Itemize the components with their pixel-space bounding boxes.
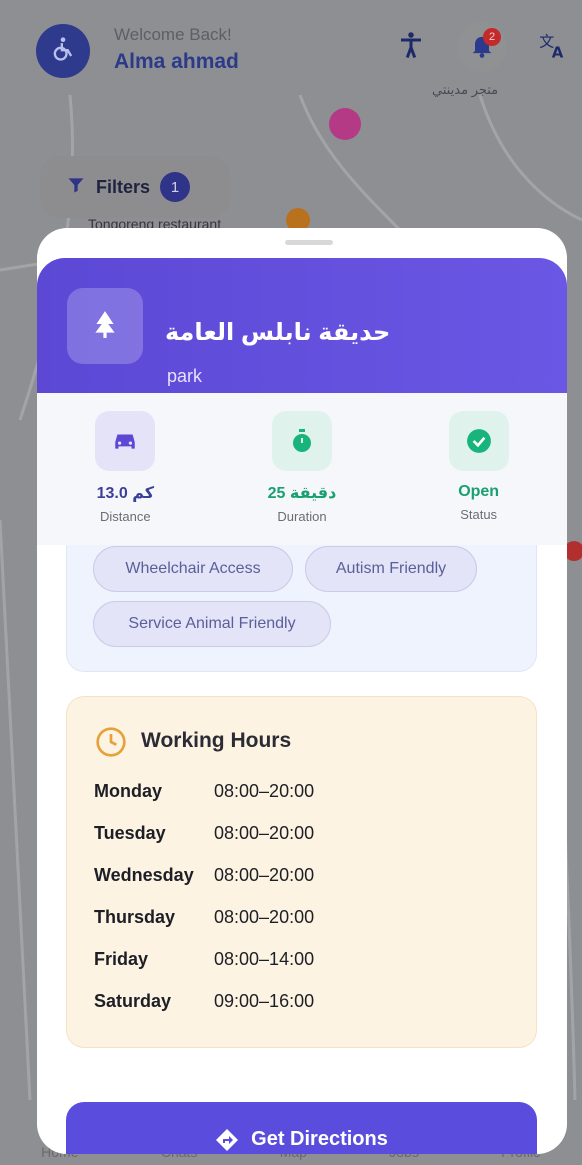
- sheet-drag-handle[interactable]: [285, 240, 333, 245]
- directions-icon: [215, 1128, 239, 1154]
- translate-icon: 文A: [538, 30, 568, 65]
- hours-time: 09:00–16:00: [214, 991, 315, 1011]
- welcome-text: Welcome Back!: [114, 25, 232, 44]
- stat-status: Open Status: [409, 411, 549, 545]
- hours-row: Friday 08:00–14:00: [94, 949, 314, 970]
- place-icon-box: [67, 288, 143, 364]
- duration-label: Duration: [277, 509, 327, 524]
- stat-distance: 13.0 كم Distance: [55, 411, 195, 545]
- wheelchair-icon: [49, 35, 77, 68]
- hours-row: Wednesday 08:00–20:00: [94, 865, 314, 886]
- accessibility-icon: [396, 30, 426, 65]
- feature-chip: Service Animal Friendly: [93, 601, 331, 647]
- working-hours-title: Working Hours: [141, 729, 292, 752]
- hours-row: Tuesday 08:00–20:00: [94, 823, 314, 844]
- hours-time: 08:00–14:00: [214, 949, 315, 969]
- place-header: حديقة نابلس العامة park: [37, 258, 567, 394]
- app-header: Welcome Back! Alma ahmad 2 文A: [0, 0, 582, 95]
- hours-row: Thursday 08:00–20:00: [94, 907, 314, 928]
- feature-chip: Autism Friendly: [305, 546, 477, 592]
- place-details-sheet: حديقة نابلس العامة park 13.0 كم Distance…: [37, 228, 567, 1154]
- hours-time: 08:00–20:00: [214, 907, 315, 927]
- distance-label: Distance: [100, 509, 151, 524]
- hours-day: Friday: [94, 949, 149, 969]
- avatar[interactable]: [36, 24, 90, 78]
- tree-icon: [92, 309, 118, 344]
- status-label: Status: [460, 507, 498, 522]
- filter-icon: [66, 175, 86, 200]
- clock-icon: [95, 726, 127, 763]
- get-directions-label: Get Directions: [251, 1128, 388, 1150]
- hours-row: Saturday 09:00–16:00: [94, 991, 314, 1012]
- hours-day: Saturday: [94, 991, 172, 1011]
- feature-chip: Wheelchair Access: [93, 546, 293, 592]
- place-name: حديقة نابلس العامة: [165, 319, 391, 346]
- status-value: Open: [458, 483, 500, 500]
- accessibility-button[interactable]: [386, 22, 436, 72]
- hours-row: Monday 08:00–20:00: [94, 781, 314, 802]
- duration-value: 25 دقيقة: [267, 485, 337, 502]
- working-hours-card: Working Hours Monday 08:00–20:00 Tuesday…: [66, 696, 537, 1048]
- hours-time: 08:00–20:00: [214, 865, 315, 885]
- timer-icon: [271, 411, 332, 471]
- accessibility-features: Wheelchair Access Autism Friendly Servic…: [66, 545, 537, 672]
- hours-day: Wednesday: [94, 865, 194, 885]
- distance-value: 13.0 كم: [96, 485, 155, 502]
- notification-badge: 2: [483, 28, 501, 46]
- translate-button[interactable]: 文A: [528, 22, 578, 72]
- hours-day: Tuesday: [94, 823, 166, 843]
- hours-day: Monday: [94, 781, 163, 801]
- notifications-button[interactable]: 2: [457, 22, 507, 72]
- hours-time: 08:00–20:00: [214, 823, 315, 843]
- place-type: park: [167, 366, 203, 386]
- stat-duration: 25 دقيقة Duration: [232, 411, 372, 545]
- car-icon: [95, 411, 156, 471]
- filters-count-badge: 1: [160, 172, 191, 202]
- filters-button[interactable]: Filters 1: [40, 156, 230, 218]
- get-directions-button[interactable]: Get Directions: [66, 1102, 537, 1154]
- check-circle-icon: [448, 411, 509, 471]
- filters-label: Filters: [96, 176, 151, 197]
- hours-time: 08:00–20:00: [214, 781, 315, 801]
- user-name: Alma ahmad: [114, 50, 239, 73]
- svg-text:A: A: [552, 43, 564, 60]
- stats-row: 13.0 كم Distance 25 دقيقة Duration Open …: [37, 393, 567, 545]
- hours-day: Thursday: [94, 907, 176, 927]
